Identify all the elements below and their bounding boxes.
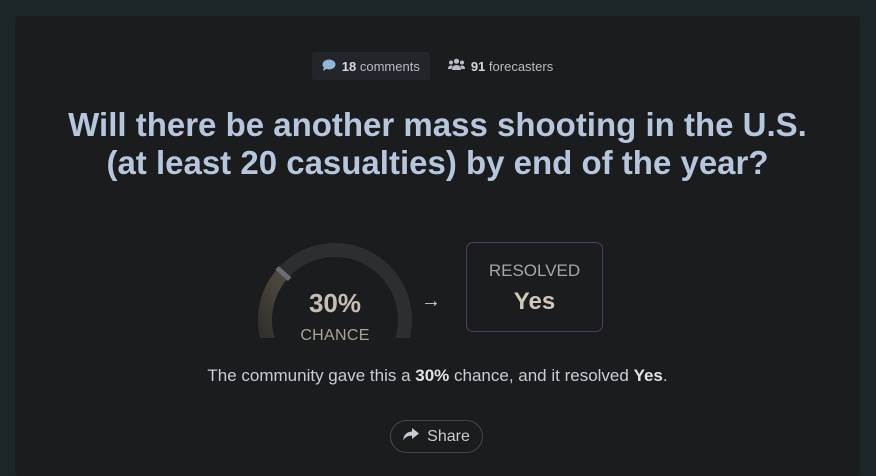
share-arrow-icon <box>403 427 420 446</box>
comments-count: 18 <box>341 58 357 74</box>
forecasters-count: 91 <box>470 58 486 74</box>
summary-outcome: Yes <box>633 366 663 385</box>
question-meta: 18 comments 91 forecasters <box>15 52 860 80</box>
summary-middle: chance, and it resolved <box>449 366 634 385</box>
share-button[interactable]: Share <box>390 420 483 453</box>
question-card: 18 comments 91 forecasters Will there be… <box>15 16 860 476</box>
comments-label: comments <box>359 58 420 74</box>
summary-prefix: The community gave this a <box>207 366 416 385</box>
resolution-summary: The community gave this a 30% chance, an… <box>15 366 860 386</box>
question-title: Will there be another mass shooting in t… <box>68 106 807 181</box>
comments-link[interactable]: 18 comments <box>311 52 430 80</box>
forecasters-info: 91 forecasters <box>438 52 563 80</box>
gauge-percent: 30% <box>308 288 362 318</box>
people-icon <box>447 58 465 74</box>
summary-percent: 30% <box>415 366 450 385</box>
resolution-label: RESOLVED <box>488 261 581 280</box>
resolution-value: Yes <box>513 288 556 315</box>
share-label: Share <box>427 427 470 445</box>
speech-bubble-icon <box>322 59 336 74</box>
forecasters-label: forecasters <box>488 58 554 74</box>
resolution-box: RESOLVED Yes <box>466 242 603 332</box>
right-arrow-icon: → <box>421 290 441 312</box>
probability-gauge: 30% CHANCE <box>256 238 414 359</box>
summary-suffix: . <box>662 366 668 385</box>
gauge-chance-label: CHANCE <box>300 327 370 344</box>
